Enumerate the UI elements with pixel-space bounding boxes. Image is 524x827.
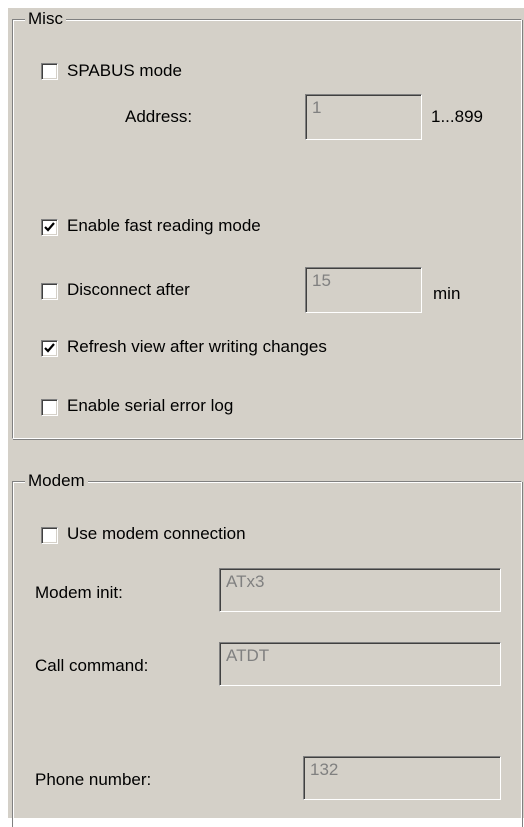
serial-error-log-label[interactable]: Enable serial error log <box>67 396 233 416</box>
refresh-view-checkbox[interactable] <box>41 340 58 357</box>
disconnect-after-checkbox[interactable] <box>41 283 58 300</box>
disconnect-after-label[interactable]: Disconnect after <box>67 280 190 300</box>
modem-groupbox: Modem Use modem connection Modem init: A… <box>12 471 522 827</box>
use-modem-checkbox[interactable] <box>41 527 58 544</box>
modem-group-title: Modem <box>25 471 88 491</box>
use-modem-label[interactable]: Use modem connection <box>67 524 246 544</box>
checkmark-icon <box>44 343 55 353</box>
settings-dialog: Misc SPABUS mode Address: 1 1...899 Enab… <box>8 8 524 827</box>
disconnect-minutes-input[interactable]: 15 <box>305 267 422 313</box>
checkmark-icon <box>44 222 55 232</box>
address-label: Address: <box>125 107 193 126</box>
address-range-label: 1...899 <box>431 107 483 126</box>
call-command-label: Call command: <box>35 656 149 675</box>
modem-init-label: Modem init: <box>35 583 123 602</box>
modem-init-input[interactable]: ATx3 <box>219 568 501 612</box>
spabus-mode-label[interactable]: SPABUS mode <box>67 61 182 81</box>
misc-groupbox: Misc SPABUS mode Address: 1 1...899 Enab… <box>12 9 522 439</box>
spabus-mode-checkbox[interactable] <box>41 63 58 80</box>
misc-group-title: Misc <box>25 9 66 29</box>
fast-reading-label[interactable]: Enable fast reading mode <box>67 216 261 236</box>
address-input[interactable]: 1 <box>305 94 422 140</box>
refresh-view-label[interactable]: Refresh view after writing changes <box>67 337 327 357</box>
fast-reading-checkbox[interactable] <box>41 219 58 236</box>
call-command-input[interactable]: ATDT <box>219 642 501 686</box>
phone-number-input[interactable]: 132 <box>303 756 501 800</box>
disconnect-unit-label: min <box>433 284 461 303</box>
serial-error-log-checkbox[interactable] <box>41 399 58 416</box>
phone-number-label: Phone number: <box>35 770 152 789</box>
